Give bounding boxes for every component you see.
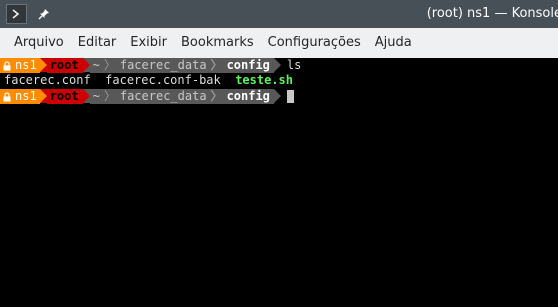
terminal-icon[interactable] <box>6 4 27 24</box>
prompt-home: ~ <box>89 89 104 104</box>
konsole-window: (root) ns1 — Konsole Arquivo Editar Exib… <box>0 0 558 307</box>
menu-ajuda[interactable]: Ajuda <box>368 28 419 58</box>
output-file: facerec.conf <box>4 73 91 87</box>
output-line: facerec.conf facerec.conf-bak teste.sh <box>4 73 293 88</box>
path-separator-icon: 〉 <box>103 58 116 72</box>
path-separator-icon: 〉 <box>210 89 223 103</box>
prompt-dir2: config <box>226 58 270 72</box>
path-separator-icon: 〉 <box>210 58 223 72</box>
prompt-path-segment: 〉 facerec_data <box>103 89 211 104</box>
menu-bookmarks[interactable]: Bookmarks <box>174 28 261 58</box>
terminal-area[interactable]: ns1 root ~ 〉 facerec_data 〉 config ls face… <box>0 58 558 307</box>
path-separator-icon: 〉 <box>103 89 116 103</box>
prompt-dir2: config <box>226 89 270 103</box>
prompt-current-segment: 〉 config <box>210 58 274 73</box>
menu-exibir[interactable]: Exibir <box>123 28 174 58</box>
powerline-arrow-icon <box>273 89 281 103</box>
menu-arquivo[interactable]: Arquivo <box>7 28 71 58</box>
prompt-user: root <box>46 58 83 73</box>
prompt-host: ns1 <box>15 58 37 72</box>
prompt-dir1: facerec_data <box>119 58 207 72</box>
powerline-arrow-icon <box>273 58 281 72</box>
command-text: ls <box>286 58 302 72</box>
title-bar[interactable]: (root) ns1 — Konsole <box>0 0 558 28</box>
menu-bar: Arquivo Editar Exibir Bookmarks Configur… <box>0 28 558 58</box>
prompt-current-segment: 〉 config <box>210 89 274 104</box>
prompt-host: ns1 <box>15 89 37 103</box>
powerline-arrow-icon <box>82 89 90 103</box>
prompt-user: root <box>46 89 83 104</box>
output-file: facerec.conf-bak <box>105 73 221 87</box>
lock-icon <box>3 60 11 70</box>
output-executable-file: teste.sh <box>235 73 293 87</box>
powerline-arrow-icon <box>39 58 47 72</box>
prompt-home: ~ <box>89 58 104 73</box>
text-cursor <box>286 90 294 103</box>
pin-icon[interactable] <box>34 4 54 24</box>
powerline-arrow-icon <box>82 58 90 72</box>
menu-editar[interactable]: Editar <box>71 28 124 58</box>
prompt-line-2: ns1 root ~ 〉 facerec_data 〉 config <box>0 89 294 104</box>
prompt-path-segment: 〉 facerec_data <box>103 58 211 73</box>
window-title: (root) ns1 — Konsole <box>426 6 558 21</box>
prompt-host-segment: ns1 <box>0 58 40 73</box>
menu-configuracoes[interactable]: Configurações <box>261 28 368 58</box>
prompt-line-1: ns1 root ~ 〉 facerec_data 〉 config ls <box>0 58 301 73</box>
prompt-dir1: facerec_data <box>119 89 207 103</box>
powerline-arrow-icon <box>39 89 47 103</box>
prompt-host-segment: ns1 <box>0 89 40 104</box>
lock-icon <box>3 91 11 101</box>
